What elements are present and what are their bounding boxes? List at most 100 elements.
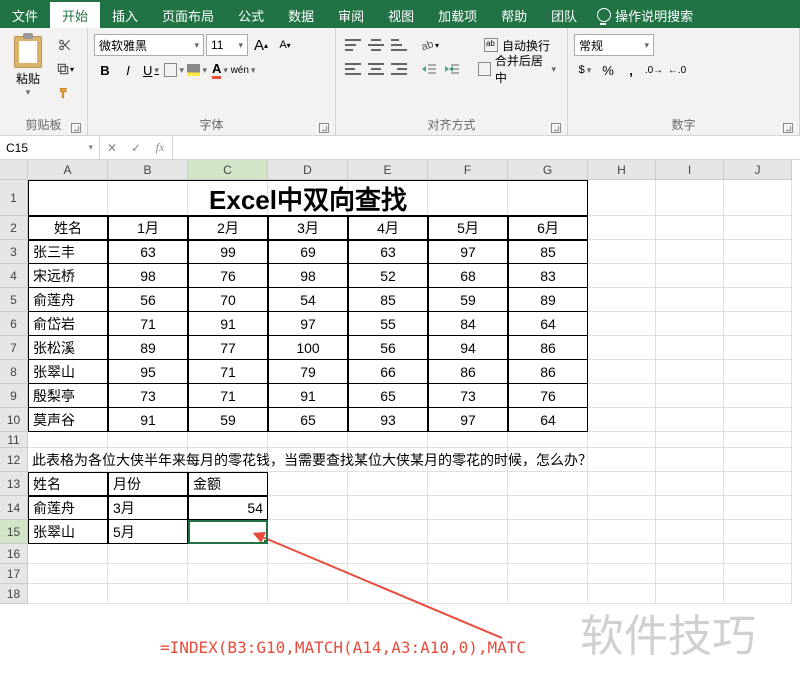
table-cell[interactable]: 70 — [188, 288, 268, 312]
lookup-cell[interactable]: 5月 — [108, 520, 188, 544]
cell-H17[interactable] — [588, 564, 656, 584]
table-cell[interactable]: 73 — [428, 384, 508, 408]
cell-B16[interactable] — [108, 544, 188, 564]
table-cell[interactable]: 63 — [108, 240, 188, 264]
cell-H3[interactable] — [588, 240, 656, 264]
table-cell[interactable]: 63 — [348, 240, 428, 264]
column-header-H[interactable]: H — [588, 160, 656, 180]
tab-data[interactable]: 数据 — [276, 2, 326, 28]
cell-J5[interactable] — [724, 288, 792, 312]
fill-color-button[interactable] — [186, 59, 208, 81]
table-cell[interactable]: 98 — [108, 264, 188, 288]
cell-F15[interactable] — [428, 520, 508, 544]
table-cell[interactable]: 66 — [348, 360, 428, 384]
cell-H1[interactable] — [588, 180, 656, 216]
table-cell[interactable]: 56 — [348, 336, 428, 360]
enter-formula-button[interactable]: ✓ — [124, 136, 148, 159]
row-header-14[interactable]: 14 — [0, 496, 28, 520]
table-cell[interactable]: 89 — [108, 336, 188, 360]
row-header-18[interactable]: 18 — [0, 584, 28, 604]
cell-C17[interactable] — [188, 564, 268, 584]
cell-G11[interactable] — [508, 432, 588, 448]
cell-H4[interactable] — [588, 264, 656, 288]
table-cell[interactable]: 56 — [108, 288, 188, 312]
column-header-A[interactable]: A — [28, 160, 108, 180]
row-header-9[interactable]: 9 — [0, 384, 28, 408]
cell-H2[interactable] — [588, 216, 656, 240]
row-header-15[interactable]: 15 — [0, 520, 28, 544]
cell-G16[interactable] — [508, 544, 588, 564]
cell-E14[interactable] — [348, 496, 428, 520]
cell-J11[interactable] — [724, 432, 792, 448]
cell-J4[interactable] — [724, 264, 792, 288]
row-header-8[interactable]: 8 — [0, 360, 28, 384]
cell-H18[interactable] — [588, 584, 656, 604]
font-launcher[interactable] — [319, 123, 329, 133]
lookup-cell[interactable]: 3月 — [108, 496, 188, 520]
cell-B11[interactable] — [108, 432, 188, 448]
row-header-13[interactable]: 13 — [0, 472, 28, 496]
table-cell[interactable]: 77 — [188, 336, 268, 360]
table-cell[interactable]: 张三丰 — [28, 240, 108, 264]
align-right-button[interactable] — [388, 58, 410, 80]
cell-I3[interactable] — [656, 240, 724, 264]
cell-D18[interactable] — [268, 584, 348, 604]
row-header-7[interactable]: 7 — [0, 336, 28, 360]
cell-H14[interactable] — [588, 496, 656, 520]
cell-B17[interactable] — [108, 564, 188, 584]
cell-I18[interactable] — [656, 584, 724, 604]
cell-G13[interactable] — [508, 472, 588, 496]
table-cell[interactable]: 79 — [268, 360, 348, 384]
cut-button[interactable] — [54, 34, 76, 56]
cell-D15[interactable] — [268, 520, 348, 544]
accounting-format-button[interactable]: $ — [574, 59, 596, 81]
cell-C16[interactable] — [188, 544, 268, 564]
table-cell[interactable]: 59 — [188, 408, 268, 432]
cell-F17[interactable] — [428, 564, 508, 584]
table-header[interactable]: 4月 — [348, 216, 428, 240]
cell-J9[interactable] — [724, 384, 792, 408]
column-header-J[interactable]: J — [724, 160, 792, 180]
table-cell[interactable]: 91 — [268, 384, 348, 408]
row-header-1[interactable]: 1 — [0, 180, 28, 216]
row-header-16[interactable]: 16 — [0, 544, 28, 564]
active-cell-C15[interactable] — [188, 520, 268, 544]
decrease-font-button[interactable]: A▾ — [274, 34, 296, 56]
cell-A11[interactable] — [28, 432, 108, 448]
table-cell[interactable]: 俞岱岩 — [28, 312, 108, 336]
table-cell[interactable]: 宋远桥 — [28, 264, 108, 288]
lookup-header[interactable]: 月份 — [108, 472, 188, 496]
cell-H13[interactable] — [588, 472, 656, 496]
decrease-indent-button[interactable] — [418, 58, 440, 80]
cell-E18[interactable] — [348, 584, 428, 604]
row-header-2[interactable]: 2 — [0, 216, 28, 240]
increase-decimal-button[interactable]: .0→ — [643, 59, 665, 81]
lookup-cell[interactable]: 54 — [188, 496, 268, 520]
cell-E17[interactable] — [348, 564, 428, 584]
table-cell[interactable]: 莫声谷 — [28, 408, 108, 432]
cell-I15[interactable] — [656, 520, 724, 544]
row-header-3[interactable]: 3 — [0, 240, 28, 264]
row-header-17[interactable]: 17 — [0, 564, 28, 584]
cell-J6[interactable] — [724, 312, 792, 336]
cell-I8[interactable] — [656, 360, 724, 384]
table-cell[interactable]: 张翠山 — [28, 360, 108, 384]
cell-G18[interactable] — [508, 584, 588, 604]
cell-D14[interactable] — [268, 496, 348, 520]
tab-insert[interactable]: 插入 — [100, 2, 150, 28]
row-header-4[interactable]: 4 — [0, 264, 28, 288]
column-header-F[interactable]: F — [428, 160, 508, 180]
table-header[interactable]: 姓名 — [28, 216, 108, 240]
bold-button[interactable]: B — [94, 59, 116, 81]
name-box[interactable]: C15▾ — [0, 136, 100, 159]
table-cell[interactable]: 59 — [428, 288, 508, 312]
cell-I5[interactable] — [656, 288, 724, 312]
table-cell[interactable]: 100 — [268, 336, 348, 360]
cell-J18[interactable] — [724, 584, 792, 604]
cell-E16[interactable] — [348, 544, 428, 564]
cell-I4[interactable] — [656, 264, 724, 288]
cell-H7[interactable] — [588, 336, 656, 360]
table-cell[interactable]: 97 — [268, 312, 348, 336]
row-header-6[interactable]: 6 — [0, 312, 28, 336]
table-cell[interactable]: 91 — [188, 312, 268, 336]
